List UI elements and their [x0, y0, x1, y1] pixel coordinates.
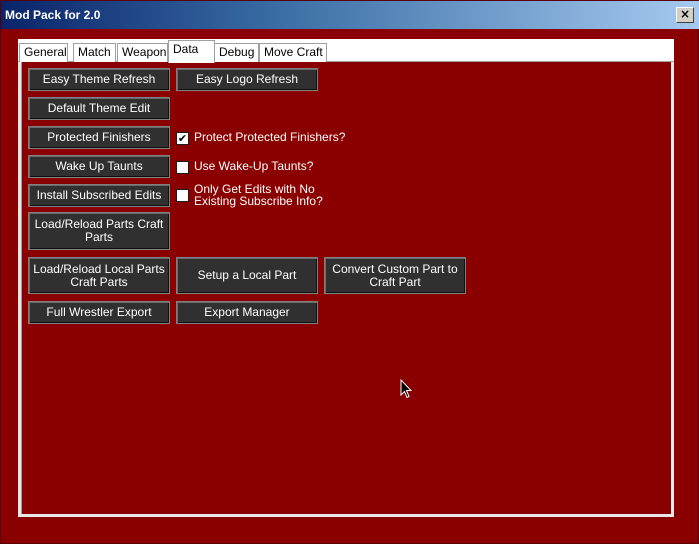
convert-custom-part-button[interactable]: Convert Custom Part to Craft Part [324, 257, 466, 294]
close-button[interactable]: × [676, 7, 694, 23]
default-theme-edit-button[interactable]: Default Theme Edit [28, 97, 170, 120]
protect-finishers-checkbox[interactable]: ✔ Protect Protected Finishers? [176, 131, 345, 145]
load-reload-parts-craft-parts-button[interactable]: Load/Reload Parts Craft Parts [28, 212, 170, 250]
tab-general[interactable]: General [19, 43, 68, 62]
window-title: Mod Pack for 2.0 [5, 8, 101, 22]
data-tab-panel: Easy Theme Refresh Easy Logo Refresh Def… [18, 62, 674, 517]
setup-local-part-button[interactable]: Setup a Local Part [176, 257, 318, 294]
close-icon: × [679, 7, 691, 21]
use-wakeup-taunts-checkbox[interactable]: Use Wake-Up Taunts? [176, 160, 313, 174]
tab-weapon[interactable]: Weapon [117, 43, 168, 62]
easy-theme-refresh-button[interactable]: Easy Theme Refresh [28, 68, 170, 91]
export-manager-button[interactable]: Export Manager [176, 301, 318, 324]
panel-content: Easy Theme Refresh Easy Logo Refresh Def… [21, 62, 671, 514]
full-wrestler-export-button[interactable]: Full Wrestler Export [28, 301, 170, 324]
tab-control: General Match Weapon Data Debug Move Cra… [18, 39, 674, 517]
install-subscribed-edits-button[interactable]: Install Subscribed Edits [28, 184, 170, 207]
load-reload-local-parts-craft-parts-button[interactable]: Load/Reload Local Parts Craft Parts [28, 257, 170, 294]
tab-move-craft[interactable]: Move Craft [259, 43, 327, 62]
unchecked-box-icon[interactable] [176, 161, 189, 174]
use-wakeup-taunts-label: Use Wake-Up Taunts? [194, 159, 314, 173]
title-bar[interactable]: Mod Pack for 2.0 × [1, 1, 699, 29]
protected-finishers-button[interactable]: Protected Finishers [28, 126, 170, 149]
mod-pack-window: Mod Pack for 2.0 × General Match Weapon … [0, 0, 699, 544]
tab-strip: General Match Weapon Data Debug Move Cra… [18, 39, 674, 63]
mouse-cursor-icon [400, 379, 412, 399]
wake-up-taunts-button[interactable]: Wake Up Taunts [28, 155, 170, 178]
tab-debug[interactable]: Debug [214, 43, 259, 62]
unchecked-box-icon[interactable] [176, 189, 189, 202]
tab-match[interactable]: Match [73, 43, 116, 62]
easy-logo-refresh-button[interactable]: Easy Logo Refresh [176, 68, 318, 91]
only-get-edits-label: Only Get Edits with No Existing Subscrib… [194, 182, 323, 208]
protect-finishers-label: Protect Protected Finishers? [194, 130, 346, 144]
tab-data[interactable]: Data [168, 40, 215, 63]
check-icon[interactable]: ✔ [176, 132, 189, 145]
only-get-edits-checkbox[interactable]: Only Get Edits with No Existing Subscrib… [176, 183, 323, 207]
